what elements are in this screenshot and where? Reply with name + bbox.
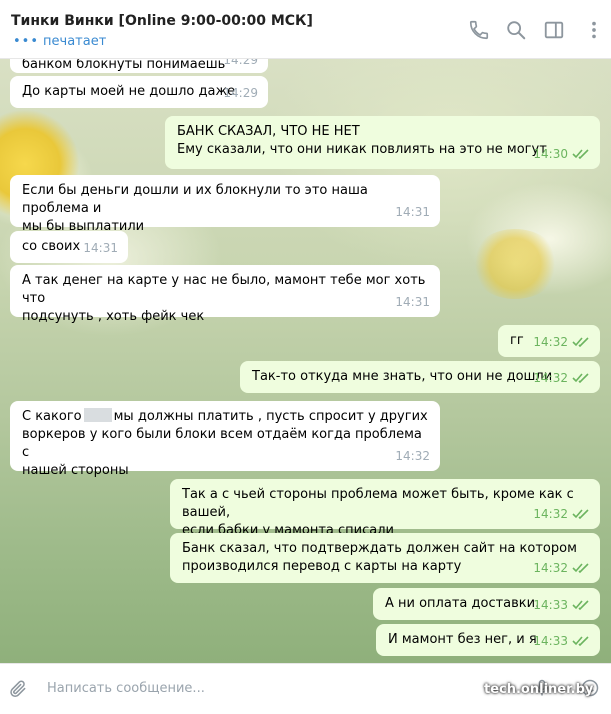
message-time: 14:33 <box>533 598 568 612</box>
watermark: tech.onliner.by <box>484 682 594 697</box>
message-bubble-outgoing[interactable]: Так а с чьей стороны проблема может быть… <box>170 479 600 538</box>
message-bubble-incoming[interactable]: банком блокнуты понимаешь 14:29 <box>10 59 268 73</box>
message-text-line: Так а с чьей стороны проблема может быть… <box>182 487 574 520</box>
typing-dots: ••• <box>13 34 40 49</box>
chat-header: Тинки Винки [Online 9:00-00:00 МСК] ••• п… <box>0 0 611 59</box>
chat-title[interactable]: Тинки Винки [Online 9:00-00:00 МСК] <box>11 13 313 29</box>
typing-label: печатает <box>43 34 107 49</box>
read-ticks-icon <box>572 600 589 611</box>
message-input[interactable]: Написать сообщение... <box>47 681 205 696</box>
more-vertical-icon[interactable] <box>583 19 605 41</box>
message-bubble-incoming[interactable]: со своих 14:31 <box>10 231 128 263</box>
message-time: 14:32 <box>533 371 568 385</box>
message-time: 14:32 <box>395 449 430 463</box>
read-ticks-icon <box>572 149 589 160</box>
message-text-line: производился перевод с карты на карту <box>182 559 462 574</box>
message-text-line: Банк сказал, что подтверждать должен сай… <box>182 541 577 556</box>
message-text-line: подсунуть , хоть фейк чек <box>22 309 205 324</box>
message-bubble-outgoing[interactable]: А ни оплата доставки. 14:33 <box>373 588 600 620</box>
search-icon[interactable] <box>505 19 527 41</box>
message-text-line: Если бы деньги дошли и их блокнули то эт… <box>22 183 368 216</box>
message-meta: 14:30 <box>533 145 590 163</box>
message-time: 14:32 <box>533 507 568 521</box>
sidebar-icon[interactable] <box>543 19 565 41</box>
message-meta: 14:32 <box>533 559 590 577</box>
message-time: 14:31 <box>395 205 430 219</box>
chat-history[interactable]: банком блокнуты понимаешь 14:29 До карты… <box>0 59 611 663</box>
read-ticks-icon <box>572 563 589 574</box>
message-bubble-outgoing[interactable]: гг 14:32 <box>498 325 600 357</box>
message-bubble-outgoing[interactable]: Банк сказал, что подтверждать должен сай… <box>170 533 600 583</box>
typing-status: ••• печатает <box>13 34 106 49</box>
message-bubble-incoming[interactable]: Если бы деньги дошли и их блокнули то эт… <box>10 175 440 234</box>
message-text-line: нашей стороны <box>22 463 129 478</box>
message-bubble-incoming[interactable]: До карты моей не дошло даже 14:29 <box>10 76 268 108</box>
message-bubble-outgoing[interactable]: Так-то откуда мне знать, что они не дошл… <box>240 361 600 393</box>
read-ticks-icon <box>572 636 589 647</box>
message-time: 14:30 <box>533 147 568 161</box>
message-time: 14:32 <box>533 561 568 575</box>
message-bubble-incoming[interactable]: С какого мы должны платить , пусть спроси… <box>10 401 440 478</box>
redacted-word <box>83 408 112 422</box>
message-meta: 14:33 <box>533 596 590 614</box>
message-meta: 14:32 <box>533 505 590 523</box>
paperclip-icon[interactable] <box>8 679 28 699</box>
message-text-line: воркеров у кого были блоки всем отдаём к… <box>22 427 422 460</box>
message-text-line: А так денег на карте у нас не было, мамо… <box>22 273 426 306</box>
background-flower <box>470 229 560 299</box>
message-time: 14:32 <box>533 335 568 349</box>
message-text: банком блокнуты понимаешь <box>22 59 226 72</box>
message-text-line: БАНК СКАЗАЛ, ЧТО НЕ НЕТ <box>177 124 360 139</box>
read-ticks-icon <box>572 373 589 384</box>
message-time: 14:29 <box>223 86 258 100</box>
message-text: До карты моей не дошло даже <box>22 84 236 99</box>
message-time: 14:31 <box>395 295 430 309</box>
message-bubble-outgoing[interactable]: БАНК СКАЗАЛ, ЧТО НЕ НЕТ Ему сказали, что… <box>165 116 600 169</box>
message-time: 14:33 <box>533 634 568 648</box>
read-ticks-icon <box>572 509 589 520</box>
message-text-line: С какого мы должны платить , пусть спроси… <box>22 408 428 424</box>
message-text-line: Ему сказали, что они никак повлиять на э… <box>177 142 547 157</box>
message-meta: 14:32 <box>533 369 590 387</box>
message-bubble-outgoing[interactable]: И мамонт без нег, и я 14:33 <box>376 624 600 656</box>
message-time: 14:29 <box>223 59 258 67</box>
message-bubble-incoming[interactable]: А так денег на карте у нас не было, мамо… <box>10 265 440 324</box>
message-meta: 14:33 <box>533 632 590 650</box>
message-meta: 14:32 <box>533 333 590 351</box>
read-ticks-icon <box>572 337 589 348</box>
message-time: 14:31 <box>83 241 118 255</box>
phone-icon[interactable] <box>468 19 490 41</box>
